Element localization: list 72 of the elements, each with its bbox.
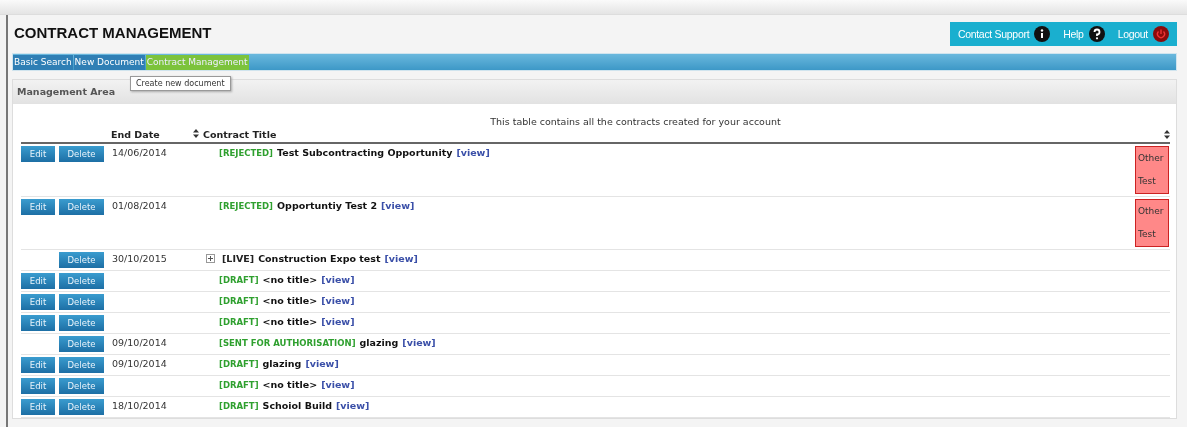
end-date: 09/10/2014 [112,337,167,348]
delete-button[interactable]: Delete [59,252,104,268]
expand-icon[interactable] [206,254,215,263]
contract-title: <no title> [262,379,318,390]
tooltip: Create new document [130,76,231,91]
status-label: [REJECTED] [219,147,273,158]
column-header[interactable]: Contract Title [203,129,277,140]
status-label: [DRAFT] [219,274,259,285]
view-link[interactable]: [view] [384,253,418,264]
edit-button[interactable]: Edit [21,199,55,215]
view-link[interactable]: [view] [321,274,355,285]
delete-button[interactable]: Delete [59,315,104,331]
end-date: 18/10/2014 [112,400,167,411]
tag-label: Other Test [1135,146,1169,194]
delete-button[interactable]: Delete [59,199,104,215]
contract-title: Test Subcontracting Opportunity [277,147,453,158]
view-link[interactable]: [view] [402,337,436,348]
contract-title: Opportuntiy Test 2 [277,200,378,211]
edit-button[interactable]: Edit [21,378,55,394]
status-label: [DRAFT] [219,316,259,327]
contract-title: Construction Expo test [258,253,381,264]
view-link[interactable]: [view] [336,400,370,411]
end-date: 09/10/2014 [112,358,167,369]
table-caption: This table contains all the contracts created for your account [489,116,782,127]
status-label: [DRAFT] [219,379,259,390]
column-header[interactable]: End Date [111,129,160,140]
edit-button[interactable]: Edit [21,315,55,331]
end-date: 30/10/2015 [112,253,167,264]
status-label: [SENT FOR AUTHORISATION] [219,337,356,348]
nav-tab[interactable]: Basic Search [13,54,73,70]
contract-title: <no title> [262,316,318,327]
help-icon[interactable] [1088,25,1105,42]
sort-icon[interactable] [193,129,199,138]
edit-button[interactable]: Edit [21,294,55,310]
header-link[interactable]: Contact Support [957,27,1030,40]
delete-button[interactable]: Delete [59,357,104,373]
delete-button[interactable]: Delete [59,399,104,415]
sort-icon[interactable] [1164,130,1170,139]
status-label: [REJECTED] [219,200,273,211]
page-title: CONTRACT MANAGEMENT [13,24,212,41]
contract-title: <no title> [262,295,318,306]
view-link[interactable]: [view] [305,358,339,369]
delete-button[interactable]: Delete [59,336,104,352]
info-icon[interactable] [1034,25,1051,42]
power-icon[interactable] [1153,25,1169,42]
header-link[interactable]: Logout [1117,27,1148,40]
edit-button[interactable]: Edit [21,399,55,415]
status-label: [DRAFT] [219,400,259,411]
contract-title: glazing [262,358,302,369]
nav-tab[interactable]: New Document [73,54,145,70]
contract-title: glazing [359,337,399,348]
end-date: 01/08/2014 [112,200,167,211]
delete-button[interactable]: Delete [59,273,104,289]
header-link[interactable]: Help [1063,27,1084,40]
status-label: [DRAFT] [219,295,259,306]
view-link[interactable]: [view] [321,295,355,306]
tag-label: Other Test [1135,199,1169,247]
view-link[interactable]: [view] [321,316,355,327]
view-link[interactable]: [view] [321,379,355,390]
status-label: [DRAFT] [219,358,259,369]
edit-button[interactable]: Edit [21,146,55,162]
edit-button[interactable]: Edit [21,357,55,373]
view-link[interactable]: [view] [456,147,490,158]
end-date: 14/06/2014 [112,147,167,158]
contract-title: <no title> [262,274,318,285]
contract-title: Schoiol Build [262,400,332,411]
status-label: [LIVE] [222,253,255,264]
delete-button[interactable]: Delete [59,378,104,394]
delete-button[interactable]: Delete [59,146,104,162]
edit-button[interactable]: Edit [21,273,55,289]
delete-button[interactable]: Delete [59,294,104,310]
view-link[interactable]: [view] [381,200,415,211]
